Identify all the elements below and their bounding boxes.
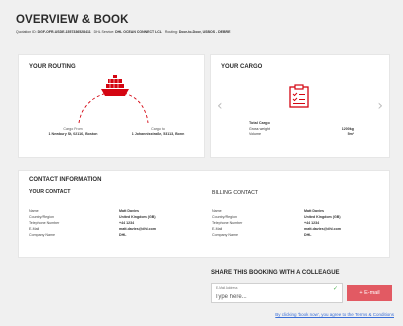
page-title: OVERVIEW & BOOK	[16, 14, 129, 26]
contact-row-label: Company Name	[29, 233, 55, 237]
route-arc	[78, 75, 149, 124]
quote-summary-line: Quotation ID: DGF-OFR-USDE-1557336528411…	[16, 30, 230, 34]
contact-row-value: Matt Davies	[119, 209, 139, 213]
routing-label: Routing:	[164, 30, 178, 34]
route-origin-address: 1 Newbury St, 02116, Boston	[48, 132, 98, 136]
contact-row-label: Country/Region	[212, 215, 237, 219]
email-field-container[interactable]: E-Mail Address ✓	[211, 283, 343, 303]
contact-row-value: matt.davies@dhl.com	[119, 227, 157, 231]
billing-contact-title: BILLING CONTACT	[212, 190, 259, 196]
contact-row-value: matt.davies@dhl.com	[304, 227, 342, 231]
contact-row-label: Company Name	[212, 233, 238, 237]
route-origin: Cargo From 1 Newbury St, 02116, Boston	[33, 127, 113, 137]
quotation-id-value: DGF-OFR-USDE-1557336528411	[37, 30, 91, 34]
chevron-left-icon[interactable]: ‹	[217, 99, 223, 113]
email-field-label: E-Mail Address	[216, 286, 238, 290]
contact-row-label: Name	[29, 209, 39, 213]
contact-row-label: E-Mail	[212, 227, 223, 231]
contact-row: Company Name DHL	[29, 233, 199, 239]
contact-row-label: Telephone Number	[29, 221, 60, 225]
cargo-row-value: 5m³	[347, 132, 354, 136]
routing-card: YOUR ROUTING Cargo From 1 Newbury St, 02…	[18, 54, 205, 158]
total-cargo-label: Total Cargo	[249, 121, 270, 125]
email-field[interactable]	[215, 291, 331, 302]
cargo-row-label: Volume	[249, 132, 261, 136]
contact-row-value: DHL	[304, 233, 312, 237]
contact-card: CONTACT INFORMATION YOUR CONTACT BILLING…	[18, 170, 390, 258]
terms-link[interactable]: By clicking 'book now', you agree to the…	[275, 312, 394, 317]
contact-row-value: Matt Davies	[304, 209, 324, 213]
add-email-button[interactable]: + E-mail	[347, 285, 392, 301]
contact-row-value: DHL	[119, 233, 127, 237]
contact-row-label: Country/Region	[29, 215, 54, 219]
clipboard-checklist-icon	[289, 84, 309, 108]
contact-info-heading: CONTACT INFORMATION	[29, 177, 102, 183]
contact-row-label: E-Mail	[29, 227, 40, 231]
cargo-row-value: 1200kg	[341, 127, 354, 131]
contact-row: Company Name DHL	[212, 233, 382, 239]
contact-row-value: United Kingdom (GB)	[119, 215, 156, 219]
ship-icon	[101, 75, 129, 96]
dhl-service-label: DHL Service:	[93, 30, 115, 34]
your-contact-details: Name Matt Davies Country/Region United Kin…	[29, 209, 199, 239]
dhl-service-value: DHL OCEAN CONNECT LCL	[115, 30, 162, 34]
route-destination: Cargo to 1 Johannisstraße, 53113, Bonn	[116, 127, 200, 137]
cargo-row-label: Gross weight	[249, 127, 270, 131]
billing-contact-details: Name Matt Davies Country/Region United Kin…	[212, 209, 382, 239]
routing-value: Door-to-Door, USBOS - DEBRE	[178, 30, 231, 34]
contact-row-label: Telephone Number	[212, 221, 243, 225]
contact-row-label: Name	[212, 209, 222, 213]
cargo-card: YOUR CARGO ‹ › Total Cargo Gross weight …	[210, 54, 390, 158]
chevron-right-icon[interactable]: ›	[377, 99, 383, 113]
share-booking-title: SHARE THIS BOOKING WITH A COLLEAGUE	[211, 270, 340, 276]
contact-row-value: United Kingdom (GB)	[304, 215, 341, 219]
contact-row-value: +44 1234	[304, 221, 320, 225]
route-destination-address: 1 Johannisstraße, 53113, Bonn	[131, 132, 185, 136]
your-contact-title: YOUR CONTACT	[29, 189, 71, 195]
quotation-id-label: Quotation ID:	[16, 30, 37, 34]
contact-row-value: +44 1234	[119, 221, 135, 225]
cargo-card-title: YOUR CARGO	[221, 64, 263, 70]
check-icon: ✓	[332, 285, 338, 292]
